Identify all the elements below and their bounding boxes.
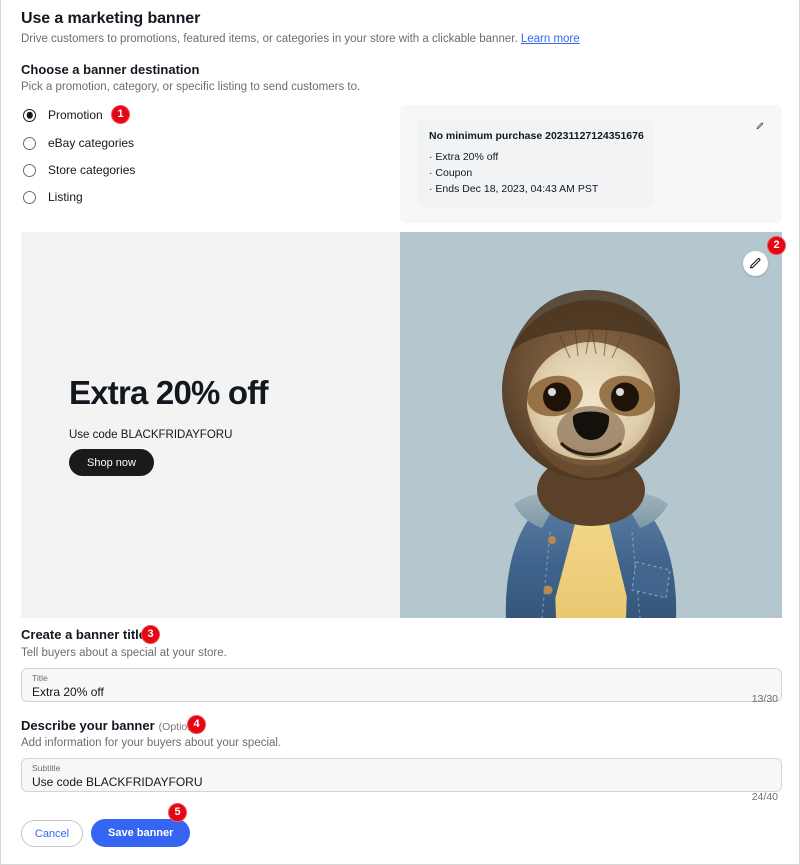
radio-ebay-categories-label: eBay categories	[48, 136, 135, 150]
banner-title-field[interactable]: Title	[21, 668, 782, 702]
cancel-button[interactable]: Cancel	[21, 820, 83, 847]
step-badge-2: 2	[767, 236, 786, 255]
banner-subtext: Use code BLACKFRIDAYFORU	[69, 429, 233, 441]
banner-title-field-legend: Title	[32, 673, 48, 683]
banner-title-input[interactable]	[32, 684, 771, 700]
pencil-icon	[750, 258, 761, 269]
radio-promotion-indicator[interactable]	[23, 108, 36, 122]
banner-headline-text: Extra 20% off	[69, 374, 268, 411]
radio-option-listing[interactable]: Listing	[23, 190, 83, 204]
promotion-bullet: · Ends Dec 18, 2023, 04:43 AM PST	[429, 183, 599, 195]
radio-promotion-label: Promotion	[48, 108, 103, 122]
step-badge-5: 5	[168, 803, 187, 822]
page-title: Use a marketing banner	[21, 10, 201, 27]
banner-desc-section-subtitle: Add information for your buyers about yo…	[21, 737, 282, 749]
step-badge-3: 3	[141, 625, 160, 644]
banner-subtitle-input[interactable]	[32, 774, 771, 790]
banner-desc-section-title: Describe your banner (Optional)	[21, 718, 205, 733]
marketing-banner-page: Use a marketing banner Drive customers t…	[0, 0, 800, 865]
destination-section-title: Choose a banner destination	[21, 62, 200, 77]
radio-option-store-categories[interactable]: Store categories	[23, 163, 135, 177]
selected-promotion-card: No minimum purchase 20231127124351676 · …	[400, 105, 782, 223]
banner-preview-image	[400, 232, 782, 618]
sloth-image	[400, 232, 782, 618]
radio-option-promotion[interactable]: Promotion	[23, 108, 103, 122]
radio-store-categories-indicator[interactable]	[23, 163, 36, 177]
banner-subtitle-field-legend: Subtitle	[32, 763, 61, 773]
edit-promotion-button[interactable]	[750, 116, 770, 136]
shop-now-button[interactable]: Shop now	[69, 449, 154, 476]
pencil-icon	[756, 122, 764, 129]
banner-title-section-title: Create a banner title	[21, 627, 146, 642]
step-badge-1: 1	[111, 105, 130, 124]
banner-title-counter: 13/30	[751, 693, 778, 705]
page-subtitle-text: Drive customers to promotions, featured …	[21, 33, 518, 45]
promotion-bullet: · Coupon	[429, 167, 473, 179]
step-badge-4: 4	[187, 715, 206, 734]
banner-title-section-subtitle: Tell buyers about a special at your stor…	[21, 647, 227, 659]
radio-listing-indicator[interactable]	[23, 190, 36, 204]
radio-listing-label: Listing	[48, 190, 83, 204]
banner-desc-title-text: Describe your banner	[21, 718, 155, 733]
banner-preview-left: Extra 20% off Use code BLACKFRIDAYFORU S…	[21, 232, 400, 618]
save-banner-button[interactable]: Save banner	[91, 819, 191, 847]
edit-banner-image-button[interactable]	[743, 251, 768, 276]
banner-subtitle-field[interactable]: Subtitle	[21, 758, 782, 792]
banner-preview: Extra 20% off Use code BLACKFRIDAYFORU S…	[21, 232, 782, 618]
radio-option-ebay-categories[interactable]: eBay categories	[23, 136, 134, 150]
promotion-details: No minimum purchase 20231127124351676 · …	[417, 119, 653, 207]
promotion-name: No minimum purchase 20231127124351676	[429, 130, 644, 142]
promotion-bullet: · Extra 20% off	[429, 151, 499, 163]
page-subtitle: Drive customers to promotions, featured …	[21, 33, 580, 45]
radio-ebay-categories-indicator[interactable]	[23, 136, 36, 150]
banner-subtitle-counter: 24/40	[751, 791, 778, 803]
radio-store-categories-label: Store categories	[48, 163, 136, 177]
destination-section-subtitle: Pick a promotion, category, or specific …	[21, 81, 361, 93]
learn-more-link[interactable]: Learn more	[521, 33, 580, 45]
